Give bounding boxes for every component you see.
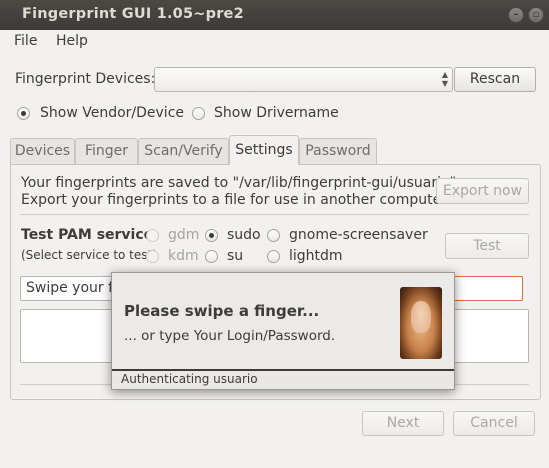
service-su-radio[interactable] [205,250,218,263]
maximize-icon[interactable]: ▫ [528,7,544,23]
auth-popup: Please swipe a finger... ... or type You… [111,272,455,390]
service-lightdm-radio[interactable] [267,250,280,263]
minimize-icon[interactable]: – [508,7,524,23]
next-label: Next [386,415,420,431]
service-sudo-label: sudo [227,227,261,243]
service-gnome-screensaver-radio[interactable] [267,229,280,242]
popup-heading: Please swipe a finger... [124,302,320,320]
show-drivername-radio[interactable] [192,107,205,120]
service-gdm-label: gdm [168,227,200,243]
export-now-button[interactable]: Export now [436,178,529,204]
menu-bar: File Help [0,30,549,54]
tab-password[interactable]: Password [299,138,377,164]
service-kdm-radio[interactable] [146,250,159,263]
error-outline [450,276,523,301]
show-vendor-label: Show Vendor/Device [40,105,185,121]
test-button[interactable]: Test [445,233,529,259]
menu-file[interactable]: File [14,33,37,49]
export-now-label: Export now [442,183,523,199]
tab-settings[interactable]: Settings [229,135,299,165]
fingernail-shape [411,301,431,333]
service-gnome-screensaver-label: gnome-screensaver [289,227,428,243]
devices-combo[interactable]: ▲ ▼ [154,67,453,92]
devices-label: Fingerprint Devices: [15,71,156,87]
popup-status-text: Authenticating usuario [121,372,258,386]
service-kdm-label: kdm [168,248,199,264]
window-title: Fingerprint GUI 1.05~pre2 [22,6,244,22]
rescan-button[interactable]: Rescan [454,67,536,92]
cancel-button[interactable]: Cancel [453,411,535,436]
show-drivername-label: Show Drivername [214,105,339,121]
tab-devices[interactable]: Devices [10,138,75,164]
separator [20,214,529,215]
saved-location-text: Your fingerprints are saved to "/var/lib… [21,175,457,191]
service-lightdm-label: lightdm [289,248,343,264]
tab-finger[interactable]: Finger [75,138,138,164]
pam-hint: (Select service to test) [21,248,157,262]
menu-help[interactable]: Help [56,33,88,49]
tab-scan-verify[interactable]: Scan/Verify [138,138,229,164]
rescan-label: Rescan [469,71,521,87]
popup-status-bar: Authenticating usuario [112,369,454,389]
test-label: Test [473,238,501,254]
service-su-label: su [227,248,244,264]
cancel-label: Cancel [470,415,518,431]
title-bar: Fingerprint GUI 1.05~pre2 – ▫ [0,0,549,30]
pam-title: Test PAM service [21,227,154,243]
swipe-status-text: Swipe your fi [26,280,117,296]
service-sudo-radio[interactable] [205,229,218,242]
service-gdm-radio[interactable] [146,229,159,242]
fingerprint-image [400,287,442,359]
show-vendor-radio[interactable] [17,107,30,120]
export-hint-text: Export your fingerprints to a file for u… [21,192,451,208]
next-button[interactable]: Next [362,411,444,436]
combo-arrows-icon: ▲ ▼ [441,70,448,88]
popup-subtext: ... or type Your Login/Password. [124,328,336,344]
